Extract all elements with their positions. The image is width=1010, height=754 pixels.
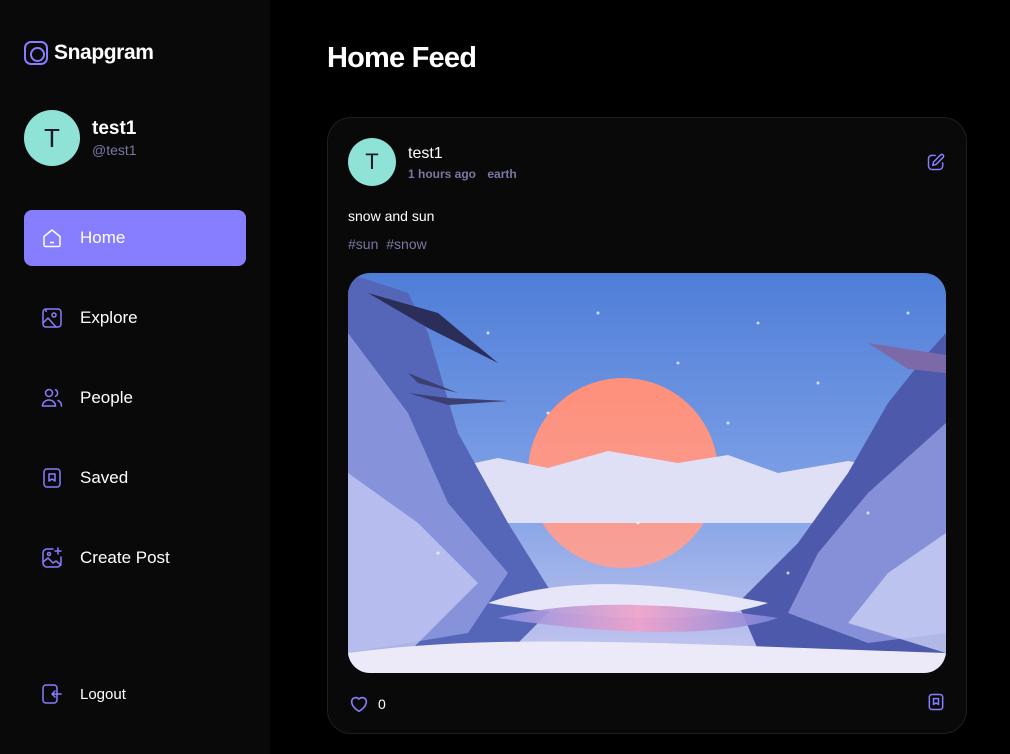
sidebar-item-home[interactable]: Home	[24, 210, 246, 266]
people-icon	[40, 386, 64, 410]
post-author[interactable]: test1	[408, 144, 517, 164]
post-caption: snow and sun	[348, 208, 435, 224]
post-time: 1 hours ago	[408, 166, 477, 181]
profile-handle: @test1	[92, 142, 137, 158]
sidebar-item-label: Home	[80, 228, 126, 247]
page-title: Home Feed	[327, 42, 477, 74]
edit-post-button[interactable]	[926, 152, 946, 172]
post-card: T test1 1 hours ago earth snow and sun #…	[327, 117, 967, 734]
sidebar-nav: Home Explore People Saved Create Post	[24, 210, 246, 610]
home-icon	[40, 226, 64, 250]
logo-icon	[24, 41, 48, 65]
sidebar-item-label: Create Post	[80, 548, 170, 567]
profile-link[interactable]: T test1 @test1	[24, 110, 137, 166]
post-header: T test1 1 hours ago earth	[348, 138, 517, 186]
sidebar-item-label: People	[80, 388, 133, 407]
create-post-icon	[40, 546, 64, 570]
sidebar-item-people[interactable]: People	[24, 370, 246, 426]
post-tag[interactable]: #snow	[386, 236, 426, 252]
post-actions: 0	[348, 692, 946, 716]
heart-icon	[350, 696, 368, 713]
sidebar-item-explore[interactable]: Explore	[24, 290, 246, 346]
avatar: T	[24, 110, 80, 166]
post-location: earth	[487, 166, 517, 181]
avatar[interactable]: T	[348, 138, 396, 186]
post-tags: #sun #snow	[348, 236, 427, 252]
explore-icon	[40, 306, 64, 330]
profile-name: test1	[92, 118, 137, 139]
logout-button[interactable]: Logout	[40, 682, 126, 706]
saved-icon	[40, 466, 64, 490]
logout-icon	[40, 682, 64, 706]
sidebar: Snapgram T test1 @test1 Home Explore Peo…	[0, 0, 270, 754]
post-image[interactable]	[348, 273, 946, 673]
brand-name: Snapgram	[54, 41, 154, 64]
like-button[interactable]: 0	[348, 693, 386, 715]
sidebar-item-label: Explore	[80, 308, 138, 327]
logo[interactable]: Snapgram	[24, 40, 154, 66]
sidebar-item-create-post[interactable]: Create Post	[24, 530, 246, 586]
logout-label: Logout	[80, 685, 126, 703]
post-tag[interactable]: #sun	[348, 236, 378, 252]
sidebar-item-saved[interactable]: Saved	[24, 450, 246, 506]
edit-icon	[927, 153, 945, 171]
save-post-button[interactable]	[926, 692, 946, 717]
like-count: 0	[378, 696, 386, 712]
sidebar-item-label: Saved	[80, 468, 129, 487]
bookmark-icon	[928, 693, 944, 710]
